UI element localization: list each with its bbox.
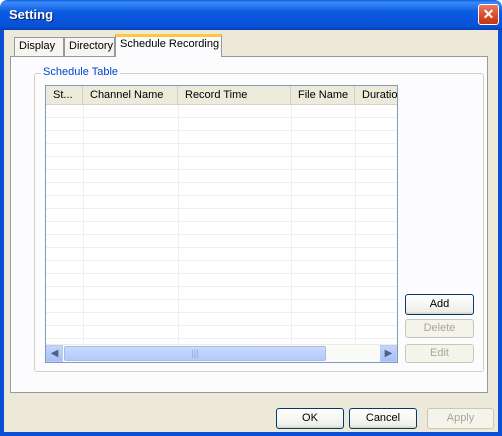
table-row[interactable]: [46, 274, 397, 287]
table-row[interactable]: [46, 248, 397, 261]
title-bar[interactable]: Setting ✕: [0, 0, 502, 30]
ok-button[interactable]: OK: [276, 408, 344, 429]
table-header: St... Channel Name Record Time File Name…: [46, 86, 397, 105]
column-header-file-name[interactable]: File Name: [291, 86, 355, 104]
window-frame-right: [498, 30, 502, 436]
group-label: Schedule Table: [41, 66, 121, 78]
table-row[interactable]: [46, 170, 397, 183]
table-row[interactable]: [46, 261, 397, 274]
grid-line: [83, 105, 84, 345]
table-body: [46, 105, 397, 345]
delete-button[interactable]: Delete: [405, 319, 474, 338]
scroll-thumb[interactable]: |||: [64, 346, 326, 361]
scroll-left-icon[interactable]: ◀: [46, 345, 63, 362]
column-header-channel-name[interactable]: Channel Name: [83, 86, 178, 104]
tab-directory[interactable]: Directory: [64, 37, 115, 56]
table-row[interactable]: [46, 235, 397, 248]
column-header-status[interactable]: St...: [46, 86, 83, 104]
schedule-table[interactable]: St... Channel Name Record Time File Name…: [45, 85, 398, 363]
add-button[interactable]: Add: [405, 294, 474, 315]
edit-button[interactable]: Edit: [405, 344, 474, 363]
table-row[interactable]: [46, 144, 397, 157]
grid-line: [355, 105, 356, 345]
table-row[interactable]: [46, 300, 397, 313]
table-row[interactable]: [46, 222, 397, 235]
setting-dialog: Setting ✕ Display Directory Schedule Rec…: [0, 0, 502, 436]
grid-line: [291, 105, 292, 345]
window-title: Setting: [9, 7, 54, 22]
tab-display[interactable]: Display: [14, 37, 64, 56]
cancel-button[interactable]: Cancel: [349, 408, 417, 429]
scroll-right-icon[interactable]: ▶: [380, 345, 397, 362]
window-frame-left: [0, 30, 4, 436]
table-row[interactable]: [46, 196, 397, 209]
table-row[interactable]: [46, 105, 397, 118]
table-row[interactable]: [46, 131, 397, 144]
table-row[interactable]: [46, 313, 397, 326]
tab-schedule-recording[interactable]: Schedule Recording: [115, 34, 222, 57]
table-row[interactable]: [46, 326, 397, 339]
column-header-record-time[interactable]: Record Time: [178, 86, 291, 104]
grid-line: [178, 105, 179, 345]
close-icon[interactable]: ✕: [478, 4, 499, 25]
window-frame-bottom: [0, 432, 502, 436]
table-row[interactable]: [46, 157, 397, 170]
table-row[interactable]: [46, 118, 397, 131]
table-row[interactable]: [46, 209, 397, 222]
apply-button[interactable]: Apply: [427, 408, 494, 429]
column-header-duration[interactable]: Duratio: [355, 86, 397, 104]
table-row[interactable]: [46, 183, 397, 196]
horizontal-scrollbar[interactable]: ◀ ||| ▶: [46, 344, 397, 362]
table-row[interactable]: [46, 287, 397, 300]
